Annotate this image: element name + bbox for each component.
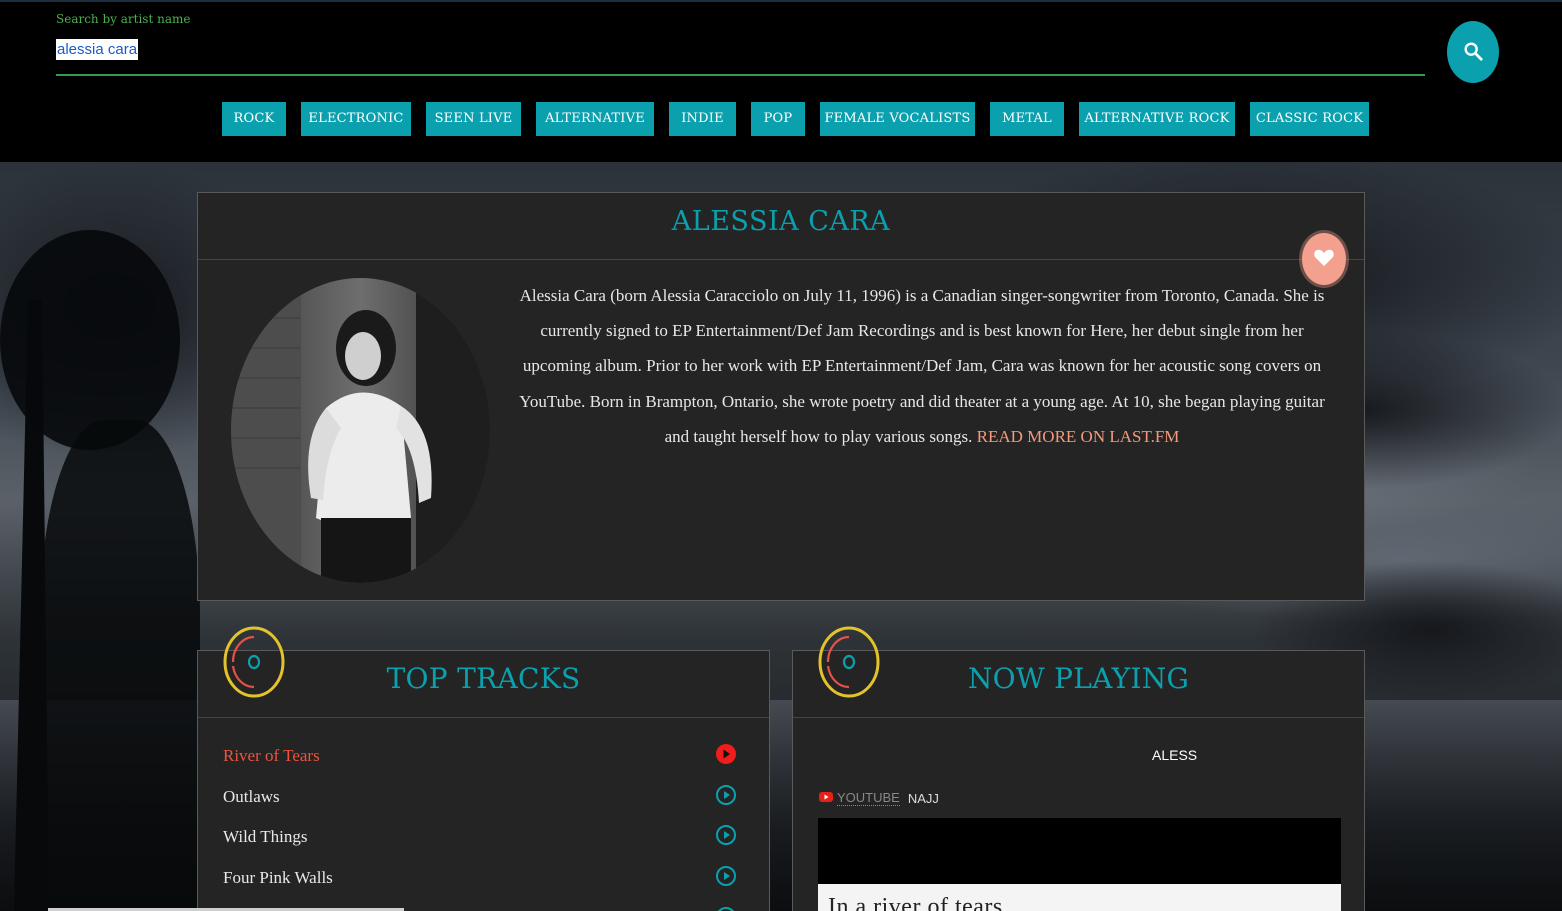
top-tracks-panel: TOP TRACKS River of Tears Outlaws Wild T…: [197, 626, 770, 911]
track-name: Outlaws: [223, 786, 280, 806]
video-caption: In a river of tears: [828, 894, 1003, 911]
search-input[interactable]: [56, 36, 1425, 76]
header: Search by artist name alessia cara ROCK …: [0, 0, 1562, 162]
search-button[interactable]: [1447, 21, 1499, 83]
artist-bio: Alessia Cara (born Alessia Caracciolo on…: [510, 278, 1334, 454]
track-item[interactable]: Outlaws: [223, 779, 743, 820]
tag-classic-rock[interactable]: CLASSIC ROCK: [1250, 102, 1369, 136]
play-icon[interactable]: [715, 864, 737, 887]
now-playing-marquee: ALESSIA CARA: [1152, 747, 1197, 763]
vinyl-disc-icon: [223, 626, 285, 698]
artist-card: ALESSIA CARA Alessia Cara (born Alessia …: [197, 192, 1365, 601]
track-name: River of Tears: [223, 746, 320, 765]
tracks-list: River of Tears Outlaws Wild Things Four …: [223, 738, 743, 911]
tag-indie[interactable]: INDIE: [669, 102, 736, 136]
search-label: Search by artist name: [56, 12, 191, 26]
track-name: Four Pink Walls: [223, 868, 333, 888]
tag-metal[interactable]: METAL: [990, 102, 1064, 136]
video-player[interactable]: In a river of tears: [818, 818, 1341, 911]
video-frame: In a river of tears: [818, 884, 1341, 911]
play-icon[interactable]: [715, 905, 737, 911]
now-playing-panel: NOW PLAYING ALESSIA CARA YOUTUBE NAJJ In…: [792, 626, 1365, 911]
tag-female-vocalists[interactable]: FEMALE VOCALISTS: [820, 102, 975, 136]
read-more-link[interactable]: READ MORE ON LAST.FM: [977, 427, 1180, 446]
track-name: Wild Things: [223, 827, 308, 847]
play-icon[interactable]: [715, 783, 737, 805]
tag-electronic[interactable]: ELECTRONIC: [301, 102, 411, 136]
play-icon[interactable]: [715, 823, 737, 846]
search-icon: [1462, 40, 1484, 65]
youtube-icon: [819, 791, 833, 806]
bio-text: Alessia Cara (born Alessia Caracciolo on…: [519, 286, 1325, 446]
tag-alternative[interactable]: ALTERNATIVE: [536, 102, 654, 136]
track-item[interactable]: Four Pink Walls: [223, 860, 743, 901]
tag-seen-live[interactable]: SEEN LIVE: [426, 102, 521, 136]
heart-icon: [1313, 247, 1335, 271]
tag-alternative-rock[interactable]: ALTERNATIVE ROCK: [1079, 102, 1235, 136]
tag-pop[interactable]: POP: [751, 102, 805, 136]
play-icon[interactable]: [715, 742, 737, 764]
artist-photo: [231, 278, 490, 583]
video-source: YOUTUBE NAJJ: [819, 790, 939, 806]
artist-name: ALESSIA CARA: [198, 193, 1364, 260]
youtube-link[interactable]: YOUTUBE: [837, 790, 900, 806]
track-item[interactable]: River of Tears: [223, 738, 743, 779]
tag-rock[interactable]: ROCK: [222, 102, 286, 136]
genre-tags: ROCK ELECTRONIC SEEN LIVE ALTERNATIVE IN…: [0, 102, 1562, 137]
channel-name: NAJJ: [907, 790, 939, 806]
track-item[interactable]: Wild Things: [223, 819, 743, 860]
vinyl-disc-icon: [818, 626, 880, 698]
search-input-value: alessia cara: [56, 39, 139, 60]
